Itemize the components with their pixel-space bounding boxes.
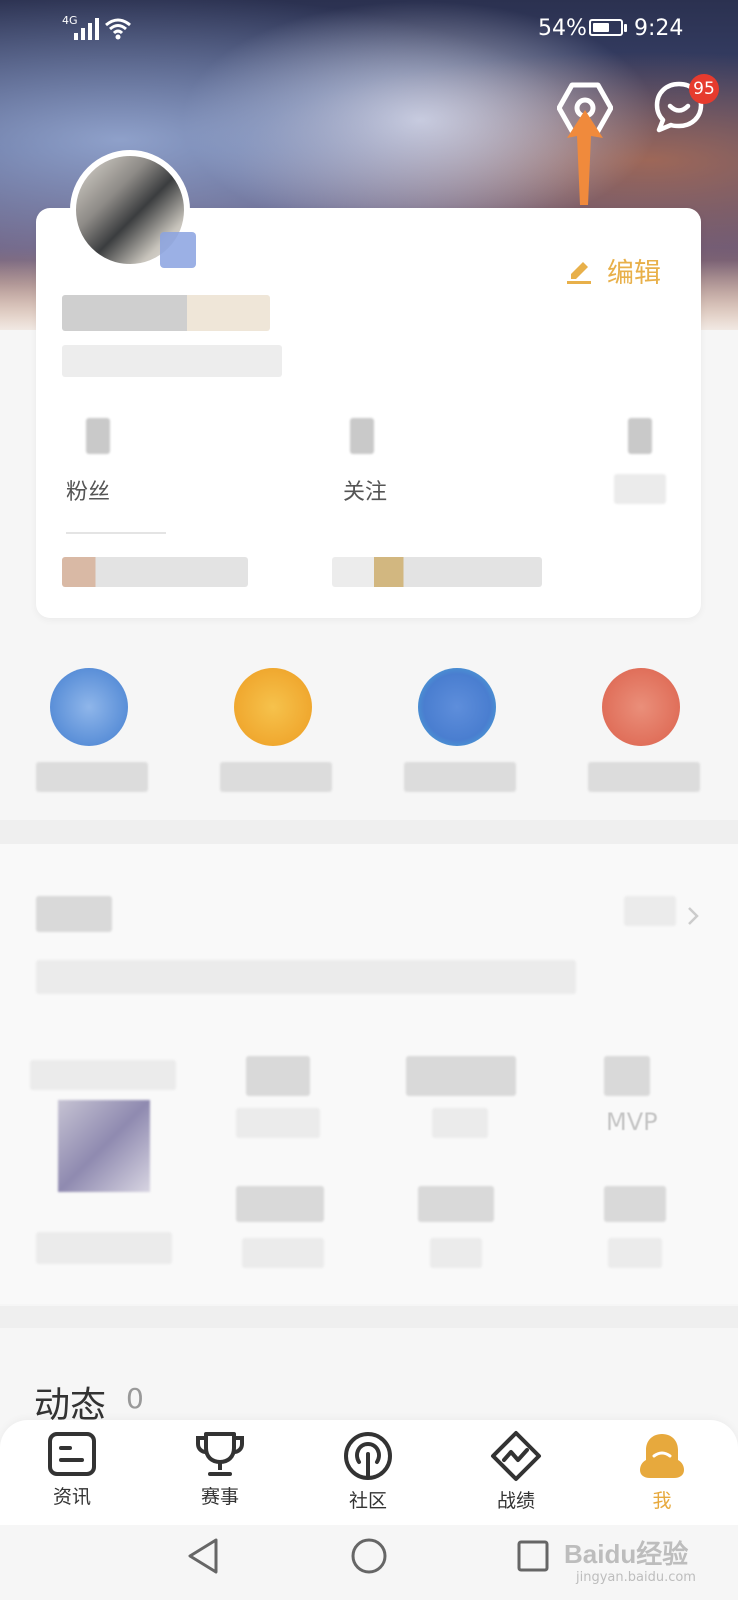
stat-b-label-redacted [432, 1108, 488, 1138]
tab-news-label: 资讯 [52, 1486, 91, 1508]
clock: 9:24 [634, 16, 684, 41]
edit-profile-button[interactable]: 编辑 [565, 252, 661, 289]
tab-record[interactable]: 战绩 [466, 1430, 566, 1520]
edit-label: 编辑 [607, 257, 661, 289]
stat-c-value-redacted [604, 1056, 650, 1096]
home-icon[interactable] [350, 1537, 388, 1575]
watermark-brand: Baidu经验 [564, 1539, 689, 1569]
tab-community[interactable]: 社区 [318, 1430, 418, 1520]
recents-icon[interactable] [516, 1539, 550, 1573]
card-divider [66, 532, 166, 534]
pencil-icon [567, 262, 591, 284]
profile-tag-2[interactable] [332, 557, 542, 587]
third-stat-redacted[interactable] [628, 418, 652, 454]
rank-redacted [30, 1060, 176, 1090]
annotation-arrow-icon [567, 110, 603, 205]
avatar-badge [160, 232, 196, 268]
news-icon [48, 1432, 96, 1476]
me-icon [640, 1434, 684, 1478]
tab-match-label: 赛事 [200, 1486, 239, 1508]
record-title-redacted [36, 896, 112, 932]
feed-count: 0 [126, 1382, 144, 1415]
following-label: 关注 [343, 480, 388, 505]
tab-me[interactable]: 我 [612, 1430, 712, 1520]
stat-f-label-redacted [608, 1238, 662, 1268]
record-more-redacted[interactable] [624, 896, 676, 926]
wifi-icon [105, 18, 131, 40]
following-count-redacted[interactable] [350, 418, 374, 454]
feature-4-icon[interactable] [602, 668, 680, 746]
stat-e-label-redacted [430, 1238, 482, 1268]
tab-news[interactable]: 资讯 [22, 1430, 122, 1520]
battery-icon [589, 19, 623, 36]
stat-a-label-redacted [236, 1108, 320, 1138]
feature-3-label-redacted [404, 762, 516, 792]
watermark-url: jingyan.baidu.com [576, 1570, 696, 1585]
stats-icon [491, 1431, 541, 1481]
chevron-right-icon[interactable] [686, 906, 700, 926]
section-divider [0, 820, 738, 844]
battery-percent: 54% [538, 16, 587, 41]
feature-1-label-redacted [36, 762, 148, 792]
stat-e-value-redacted [418, 1186, 494, 1222]
tab-record-label: 战绩 [496, 1490, 535, 1512]
community-icon [344, 1432, 392, 1480]
stat-b-value-redacted [406, 1056, 516, 1096]
feature-1-icon[interactable] [50, 668, 128, 746]
baidu-watermark: Baidu经验 jingyan.baidu.com [564, 1512, 724, 1592]
stat-a-value-redacted [246, 1056, 310, 1096]
tab-me-label: 我 [652, 1490, 672, 1512]
feature-4-label-redacted [588, 762, 700, 792]
feature-3-icon[interactable] [418, 668, 496, 746]
mvp-label: MVP [606, 1108, 658, 1136]
stat-d-label-redacted [242, 1238, 324, 1268]
profile-tag-1[interactable] [62, 557, 248, 587]
tab-community-label: 社区 [348, 1490, 387, 1512]
signature-redacted [62, 345, 282, 377]
third-label-redacted [614, 474, 666, 504]
rank-label-redacted [36, 1232, 172, 1264]
section-divider-2 [0, 1306, 738, 1328]
fans-label: 粉丝 [66, 480, 111, 505]
signal-icon [74, 18, 99, 40]
status-bar: 4G 54% 9:24 [0, 0, 738, 58]
message-count-badge: 95 [689, 74, 719, 104]
stat-f-value-redacted [604, 1186, 666, 1222]
feature-2-icon[interactable] [234, 668, 312, 746]
battery-tip [624, 24, 627, 32]
feature-2-label-redacted [220, 762, 332, 792]
stat-d-value-redacted [236, 1186, 324, 1222]
tab-match[interactable]: 赛事 [170, 1430, 270, 1520]
back-icon[interactable] [186, 1537, 220, 1575]
nickname-redacted [62, 295, 270, 331]
fans-count-redacted[interactable] [86, 418, 110, 454]
trophy-icon [196, 1432, 244, 1476]
record-summary-redacted [36, 960, 576, 994]
hero-emblem-redacted [58, 1100, 150, 1192]
